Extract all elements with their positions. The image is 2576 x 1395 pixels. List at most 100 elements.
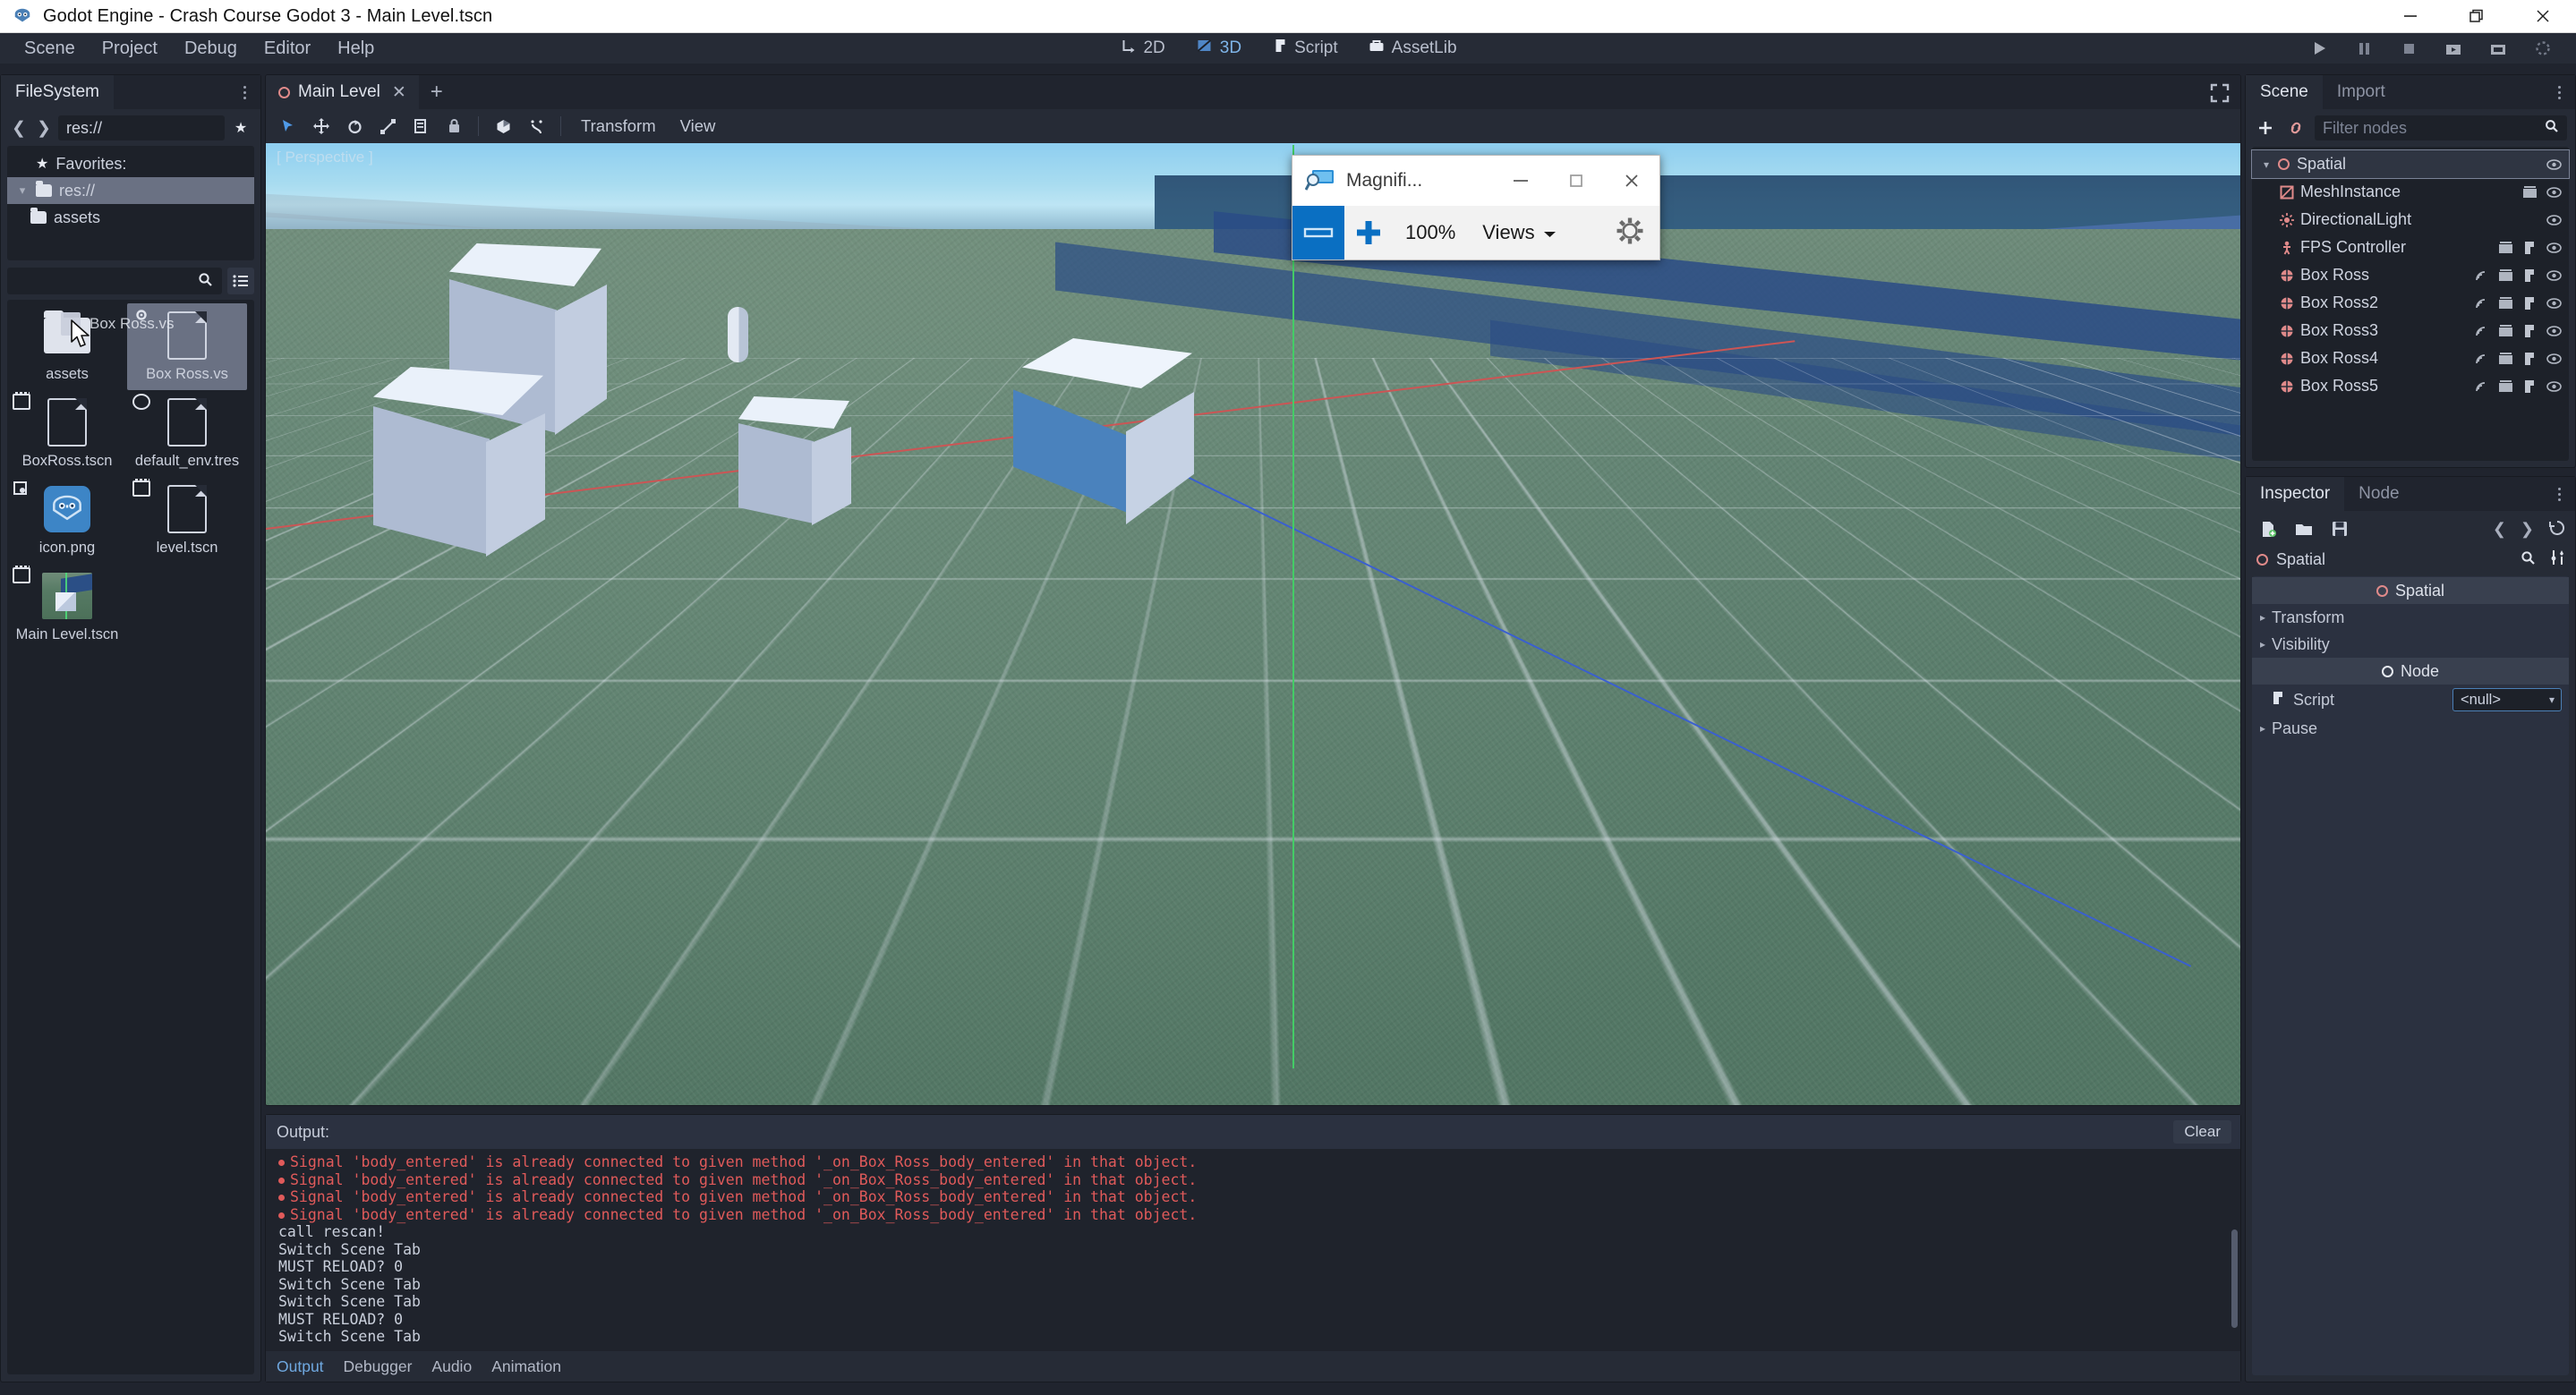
- property-row-pause[interactable]: ▸ Pause: [2252, 715, 2569, 742]
- visibility-icon[interactable]: [2546, 157, 2562, 173]
- scene-dock-menu-icon[interactable]: [2550, 82, 2568, 102]
- add-scene-tab-button[interactable]: +: [419, 75, 455, 109]
- search-icon[interactable]: [2521, 550, 2536, 570]
- box-mesh[interactable]: [738, 396, 860, 532]
- clear-button[interactable]: Clear: [2173, 1120, 2231, 1144]
- pause-icon[interactable]: [2354, 38, 2374, 58]
- mode-button-assetlib[interactable]: AssetLib: [1363, 35, 1463, 62]
- mode-button-script[interactable]: Script: [1267, 35, 1343, 62]
- signal-icon[interactable]: [2473, 351, 2489, 367]
- filesystem-path-field[interactable]: res://: [58, 115, 225, 140]
- expand-icon[interactable]: [2210, 83, 2230, 103]
- visibility-icon[interactable]: [2546, 295, 2562, 311]
- film-icon[interactable]: [2521, 184, 2538, 200]
- tab-filesystem[interactable]: FileSystem: [1, 75, 114, 109]
- select-icon[interactable]: [273, 113, 303, 140]
- file-item-icon-png[interactable]: icon.png: [7, 477, 127, 564]
- film-icon[interactable]: [2497, 240, 2513, 256]
- tab-animation[interactable]: Animation: [491, 1357, 561, 1376]
- rotate-icon[interactable]: [339, 113, 370, 140]
- scene-tab-main-level[interactable]: Main Level ✕: [266, 75, 419, 109]
- property-row-transform[interactable]: ▸ Transform: [2252, 604, 2569, 631]
- play-scene-icon[interactable]: [2444, 38, 2463, 58]
- menu-scene[interactable]: Scene: [11, 33, 89, 64]
- magnifier-minimize-button[interactable]: [1493, 157, 1548, 205]
- add-node-button[interactable]: [2254, 116, 2277, 140]
- tools-icon[interactable]: [2550, 549, 2566, 570]
- signal-icon[interactable]: [2473, 323, 2489, 339]
- list-view-toggle-button[interactable]: [227, 268, 254, 294]
- node-row-meshinstance[interactable]: MeshInstance: [2252, 178, 2569, 206]
- output-log[interactable]: Signal 'body_entered' is already connect…: [266, 1149, 2240, 1351]
- chevron-down-icon[interactable]: ▾: [16, 183, 29, 198]
- menu-editor[interactable]: Editor: [251, 33, 324, 64]
- tab-output[interactable]: Output: [277, 1357, 324, 1376]
- file-item-default-env-tres[interactable]: default_env.tres: [127, 390, 247, 477]
- history-icon[interactable]: [2548, 519, 2566, 540]
- instance-scene-button[interactable]: [2284, 116, 2307, 140]
- tab-scene[interactable]: Scene: [2246, 75, 2323, 109]
- inspector-dock-menu-icon[interactable]: [2550, 484, 2568, 504]
- chevron-left-icon[interactable]: ❮: [8, 116, 30, 140]
- views-menu-button[interactable]: Views: [1482, 221, 1556, 244]
- tree-row-res[interactable]: ▾ res://: [7, 177, 254, 204]
- new-resource-icon[interactable]: [2256, 517, 2280, 540]
- 3d-viewport[interactable]: [ Perspective ]: [266, 143, 2240, 1105]
- tab-node[interactable]: Node: [2344, 477, 2413, 511]
- film-icon[interactable]: [2497, 379, 2513, 395]
- node-row-spatial[interactable]: ▾ Spatial: [2251, 149, 2570, 179]
- mode-icon[interactable]: [488, 113, 518, 140]
- zoom-out-button[interactable]: [1292, 206, 1344, 259]
- close-icon[interactable]: ✕: [392, 82, 406, 103]
- signal-icon[interactable]: [2473, 379, 2489, 395]
- node-row-directionallight[interactable]: DirectionalLight: [2252, 206, 2569, 234]
- magnifier-window[interactable]: Magnifi... 100% Views: [1292, 155, 1660, 260]
- visibility-icon[interactable]: [2546, 323, 2562, 339]
- filter-nodes-input[interactable]: Filter nodes: [2315, 115, 2567, 140]
- output-scrollbar[interactable]: [2231, 1229, 2238, 1328]
- viewport-menu-view[interactable]: View: [670, 113, 727, 140]
- snap-icon[interactable]: [521, 113, 551, 140]
- film-icon[interactable]: [2497, 268, 2513, 284]
- chevron-down-icon[interactable]: ▾: [2259, 158, 2273, 171]
- signal-icon[interactable]: [2473, 268, 2489, 284]
- script-value-select[interactable]: <null> ▾: [2452, 688, 2562, 711]
- node-row-box-ross5[interactable]: Box Ross5: [2252, 372, 2569, 400]
- list-icon[interactable]: [405, 113, 436, 140]
- node-row-box-ross4[interactable]: Box Ross4: [2252, 344, 2569, 372]
- chevron-right-icon[interactable]: ❯: [2521, 520, 2534, 539]
- script-icon[interactable]: [2521, 268, 2538, 284]
- star-icon[interactable]: ★: [228, 116, 253, 140]
- script-icon[interactable]: [2521, 240, 2538, 256]
- menu-debug[interactable]: Debug: [171, 33, 251, 64]
- chevron-left-icon[interactable]: ❮: [2493, 520, 2506, 539]
- file-item-assets[interactable]: assets: [7, 303, 127, 390]
- window-minimize-button[interactable]: [2377, 0, 2444, 32]
- film-icon[interactable]: [2497, 351, 2513, 367]
- tab-inspector[interactable]: Inspector: [2246, 477, 2345, 511]
- window-restore-button[interactable]: [2444, 0, 2510, 32]
- visibility-icon[interactable]: [2546, 184, 2562, 200]
- tree-row-assets[interactable]: assets: [7, 204, 254, 231]
- tab-import[interactable]: Import: [2323, 75, 2400, 109]
- node-row-box-ross2[interactable]: Box Ross2: [2252, 289, 2569, 317]
- save-resource-icon[interactable]: [2328, 517, 2351, 540]
- visibility-icon[interactable]: [2546, 212, 2562, 228]
- node-row-box-ross[interactable]: Box Ross: [2252, 261, 2569, 289]
- film-icon[interactable]: [2497, 295, 2513, 311]
- file-item-level-tscn[interactable]: level.tscn: [127, 477, 247, 564]
- node-row-fps-controller[interactable]: FPS Controller: [2252, 234, 2569, 261]
- zoom-in-button[interactable]: [1344, 206, 1393, 259]
- property-row-visibility[interactable]: ▸ Visibility: [2252, 631, 2569, 658]
- tab-audio[interactable]: Audio: [431, 1357, 472, 1376]
- visibility-icon[interactable]: [2546, 240, 2562, 256]
- move-icon[interactable]: [306, 113, 337, 140]
- script-icon[interactable]: [2521, 323, 2538, 339]
- open-resource-icon[interactable]: [2292, 517, 2316, 540]
- box-mesh[interactable]: [373, 367, 570, 557]
- chevron-right-icon[interactable]: ❯: [33, 116, 55, 140]
- play-icon[interactable]: [2309, 38, 2329, 58]
- file-item-boxross-tscn[interactable]: BoxRoss.tscn: [7, 390, 127, 477]
- signal-icon[interactable]: [2473, 295, 2489, 311]
- visibility-icon[interactable]: [2546, 379, 2562, 395]
